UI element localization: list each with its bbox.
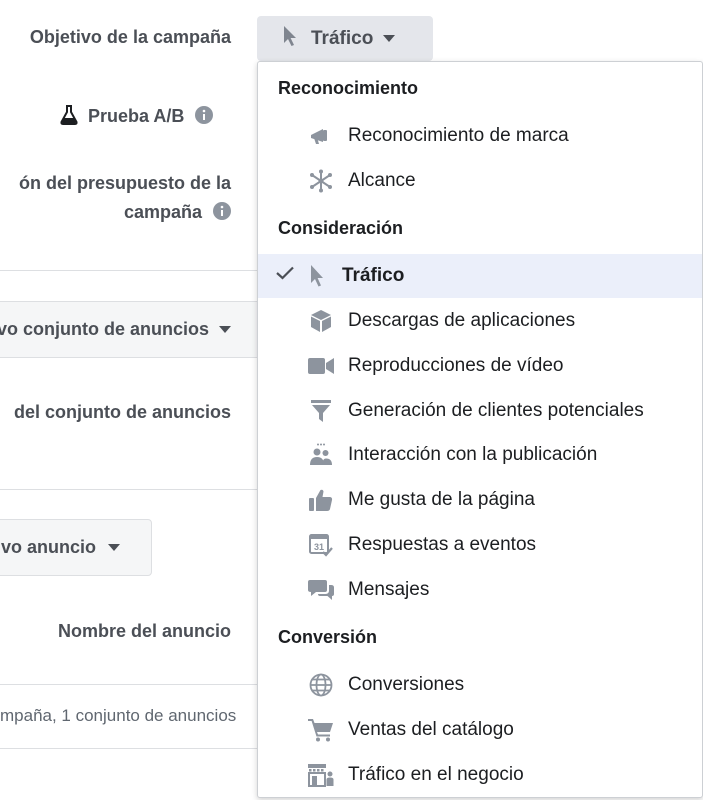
shopping-cart-icon — [308, 718, 334, 742]
ad-name-label: Nombre del anuncio — [57, 621, 231, 641]
menu-item-app-installs[interactable]: Descargas de aplicaciones — [258, 299, 702, 343]
objective-value: Tráfico — [311, 27, 374, 49]
asterisk-network-icon — [308, 169, 334, 193]
section-consideration: Consideración — [278, 218, 404, 238]
funnel-icon — [308, 399, 334, 423]
objective-label: Objetivo de la campaña — [29, 27, 231, 47]
caret-down-icon — [108, 544, 121, 551]
cursor-icon — [304, 264, 330, 288]
menu-item-post-engagement[interactable]: Interacción con la publicación — [258, 433, 702, 477]
menu-item-event-responses[interactable]: 31 Respuestas a eventos — [258, 523, 702, 567]
divider — [0, 489, 262, 490]
divider — [0, 684, 262, 685]
video-camera-icon — [308, 354, 334, 378]
menu-item-catalog-sales[interactable]: Ventas del catálogo — [258, 708, 702, 752]
menu-item-traffic[interactable]: Tráfico — [258, 254, 702, 298]
cursor-icon — [283, 25, 297, 53]
menu-item-store-traffic[interactable]: Tráfico en el negocio — [258, 753, 702, 797]
caret-down-icon — [383, 35, 396, 42]
menu-item-page-likes[interactable]: Me gusta de la página — [258, 478, 702, 522]
ab-test-label: Prueba A/B — [60, 105, 214, 130]
menu-item-lead-generation[interactable]: Generación de clientes potenciales — [258, 389, 702, 433]
info-icon[interactable] — [195, 106, 214, 129]
menu-item-video-views[interactable]: Reproducciones de vídeo — [258, 344, 702, 388]
menu-item-messages[interactable]: Mensajes — [258, 568, 702, 612]
info-icon[interactable] — [213, 202, 231, 225]
divider — [0, 270, 262, 271]
chat-bubbles-icon — [308, 578, 334, 602]
divider — [0, 748, 262, 749]
section-awareness: Reconocimiento — [278, 78, 419, 98]
menu-item-reach[interactable]: Alcance — [258, 159, 702, 203]
package-icon — [308, 309, 334, 333]
thumbs-up-icon — [308, 488, 334, 512]
campaign-summary-text: mpaña, 1 conjunto de anuncios — [0, 706, 237, 725]
adset-selector[interactable]: vo conjunto de anuncios — [0, 301, 262, 358]
people-icon — [308, 443, 334, 467]
section-conversion: Conversión — [278, 627, 378, 647]
checkmark-icon — [276, 266, 294, 285]
megaphone-icon — [308, 124, 334, 148]
flask-icon — [60, 105, 78, 130]
ad-selector-button[interactable]: vo anuncio — [0, 519, 152, 576]
adset-name-label: del conjunto de anuncios — [13, 402, 231, 422]
budget-optimization-label: ón del presupuesto de la campaña — [19, 173, 231, 225]
objective-dropdown-menu: Reconocimiento Reconocimiento de marca A… — [257, 61, 703, 798]
globe-icon — [308, 673, 334, 697]
menu-item-conversions[interactable]: Conversiones — [258, 663, 702, 707]
menu-item-brand-awareness[interactable]: Reconocimiento de marca — [258, 114, 702, 158]
calendar-check-icon: 31 — [308, 533, 334, 557]
objective-dropdown-button[interactable]: Tráfico — [257, 16, 433, 61]
storefront-icon — [308, 763, 334, 787]
svg-text:31: 31 — [314, 542, 324, 552]
caret-down-icon — [219, 326, 232, 333]
